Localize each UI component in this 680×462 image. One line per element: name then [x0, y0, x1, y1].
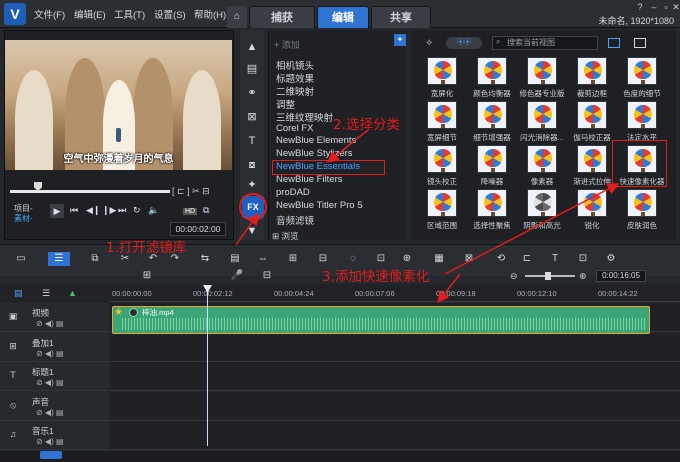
annotation-step3: 3.添加快速像素化	[322, 269, 430, 285]
annotation-arrows	[235, 129, 620, 304]
video-editor-window: V 文件(F) 编辑(E) 工具(T) 设置(S) 帮助(H) ⌂ 捕获 编辑 …	[0, 0, 680, 462]
annotation-step1: 1.打开滤镜库	[106, 240, 187, 256]
annotation-step2: 2.选择分类	[333, 117, 400, 133]
